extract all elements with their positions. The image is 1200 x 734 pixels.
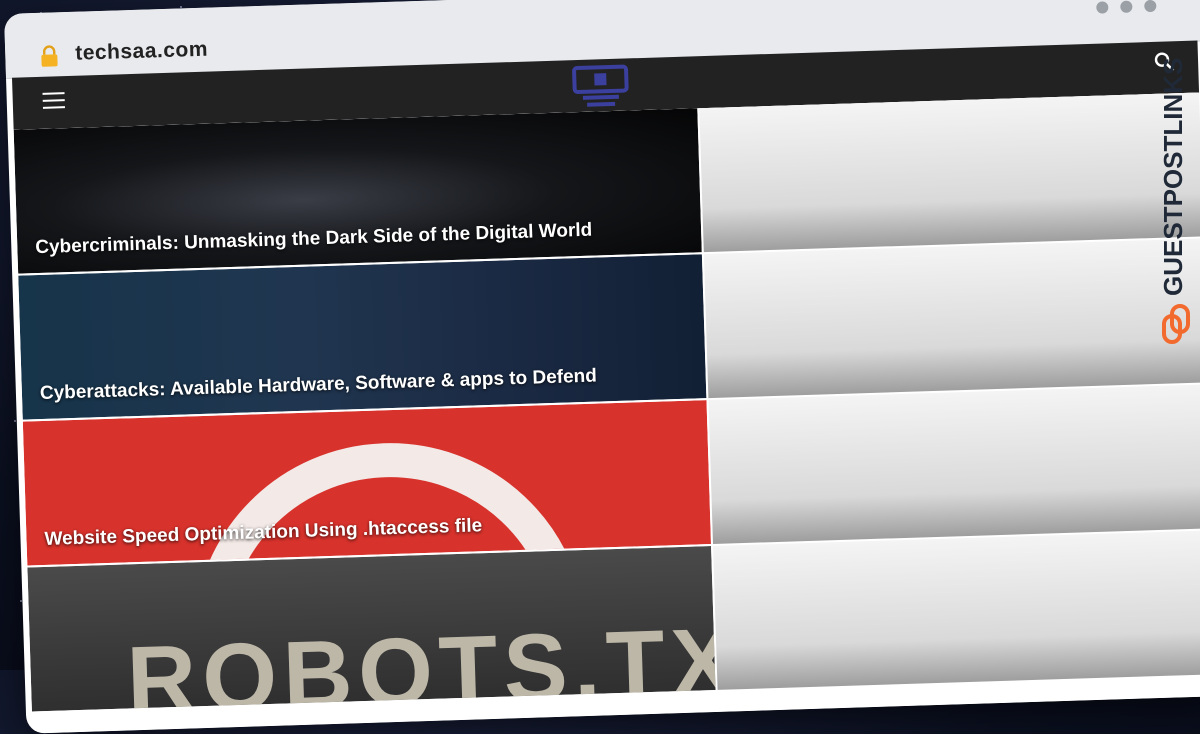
- window-dot[interactable]: [1144, 0, 1157, 13]
- guestpostlinks-watermark: GUESTPOSTLINKS: [1158, 58, 1190, 344]
- article-side-panel: [713, 530, 1200, 690]
- address-bar-url[interactable]: techsaa.com: [75, 38, 208, 66]
- link-icon: [1162, 304, 1190, 344]
- article-thumbnail[interactable]: ROBOTS.TXT: [27, 546, 716, 712]
- article-side-panel: [703, 238, 1200, 399]
- hamburger-menu-icon[interactable]: [42, 92, 65, 111]
- article-side-panel: [699, 92, 1200, 253]
- lock-icon: [41, 45, 58, 67]
- browser-window: techsaa.com Cybercriminals: Unmasking th…: [4, 0, 1200, 734]
- watermark-text: GUESTPOSTLINKS: [1158, 58, 1188, 296]
- article-list: Cybercriminals: Unmasking the Dark Side …: [13, 92, 1200, 734]
- window-controls: [1096, 0, 1157, 14]
- article-thumbnail[interactable]: Cyberattacks: Available Hardware, Softwa…: [18, 254, 707, 420]
- article-thumbnail[interactable]: Website Speed Optimization Using .htacce…: [22, 400, 711, 566]
- site-logo-icon[interactable]: [568, 60, 633, 110]
- article-side-panel: [708, 384, 1200, 544]
- window-dot[interactable]: [1120, 0, 1133, 13]
- article-thumbnail[interactable]: Cybercriminals: Unmasking the Dark Side …: [13, 108, 702, 274]
- window-dot[interactable]: [1096, 1, 1109, 14]
